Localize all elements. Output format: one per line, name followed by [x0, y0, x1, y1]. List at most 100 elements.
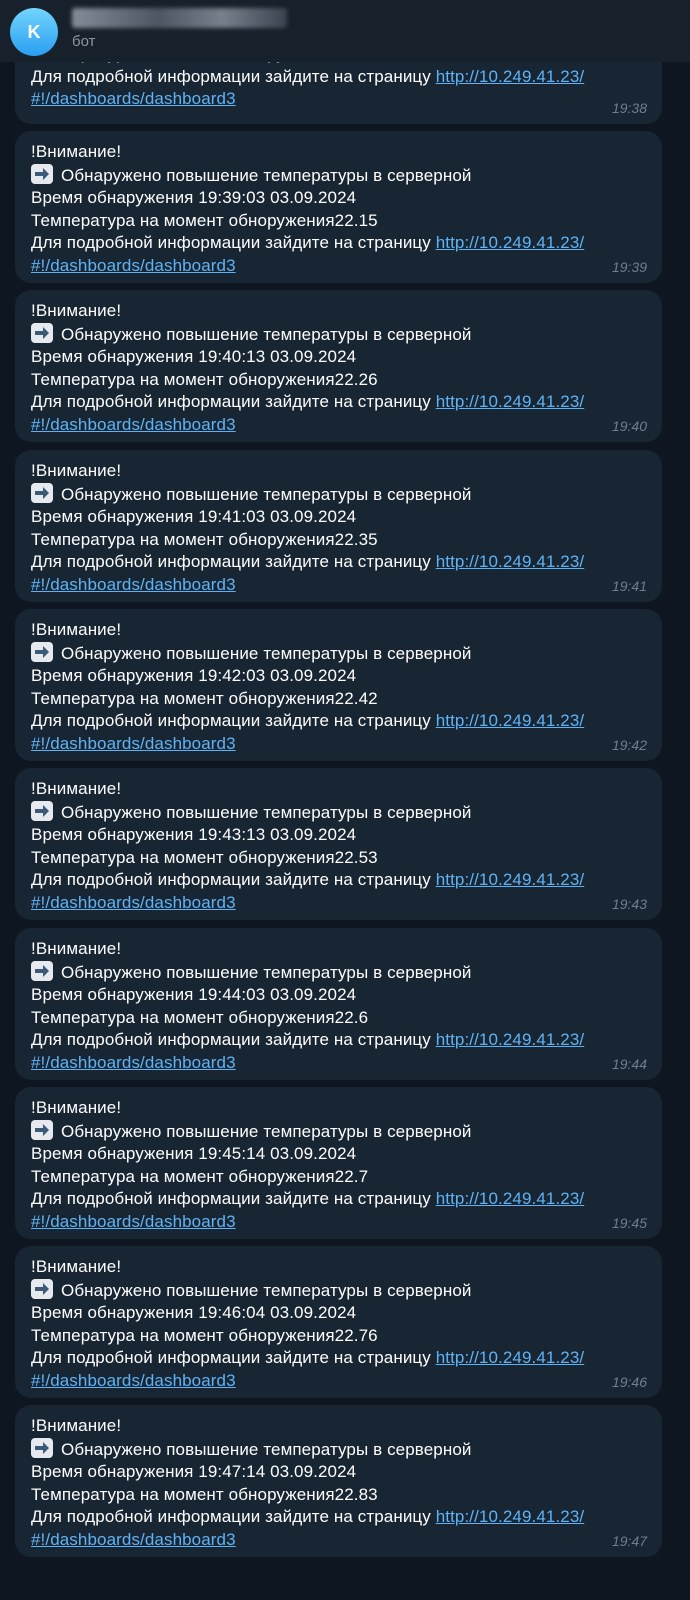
message-line-link: #!/dashboards/dashboard3 [31, 733, 646, 756]
dashboard-link[interactable]: http://10.249.41.23/ [436, 711, 585, 730]
message-time: 19:47 [611, 1533, 647, 1549]
message-bubble[interactable]: !Внимание! Обнаружено повышение температ… [15, 450, 662, 602]
message-time: 19:39 [611, 259, 647, 275]
message-line-temp: Температура на момент обноружения22.7 [31, 1166, 369, 1186]
info-text: Для подробной информации зайдите на стра… [31, 392, 436, 412]
dashboard-link[interactable]: http://10.249.41.23/ [436, 870, 585, 889]
dashboard-link[interactable]: http://10.249.41.23/ [436, 552, 585, 571]
message-bubble[interactable]: !Внимание! Обнаружено повышение температ… [15, 1246, 662, 1398]
dashboard-link-continued[interactable]: #!/dashboards/dashboard3 [31, 89, 236, 108]
message-line-info: Для подробной информации зайдите на стра… [31, 710, 646, 733]
dashboard-link-continued[interactable]: #!/dashboards/dashboard3 [31, 1212, 236, 1231]
message-title: !Внимание! [31, 620, 122, 639]
event-text: Обнаружено повышение температуры в серве… [61, 1439, 472, 1459]
message-line-event: Обнаружено повышение температуры в серве… [31, 163, 646, 188]
arrow-right-icon [31, 163, 53, 184]
dashboard-link-continued[interactable]: #!/dashboards/dashboard3 [31, 893, 236, 912]
dashboard-link-continued[interactable]: #!/dashboards/dashboard3 [31, 734, 236, 753]
dashboard-link[interactable]: http://10.249.41.23/ [436, 1507, 585, 1526]
message-line-temp: Температура на момент обноружения22.83 [31, 1484, 378, 1504]
message-line-detect: Время обнаружения 19:39:03 03.09.2024 [31, 188, 357, 208]
info-text: Для подробной информации зайдите на стра… [31, 711, 436, 731]
message-line-temp: Температура на момент обноружения22.26 [31, 369, 378, 389]
chat-avatar[interactable]: K [10, 8, 58, 56]
event-text: Обнаружено повышение температуры в серве… [61, 802, 472, 822]
chat-status: бот [72, 33, 96, 50]
dashboard-link-continued[interactable]: #!/dashboards/dashboard3 [31, 1530, 236, 1549]
message-bubble[interactable]: !Внимание! Обнаружено повышение температ… [15, 609, 662, 761]
message-line-detect: Время обнаружения 19:45:14 03.09.2024 [31, 1144, 357, 1164]
message-line-link: #!/dashboards/dashboard3 [31, 255, 646, 278]
message-line-link: #!/dashboards/dashboard3 [31, 574, 646, 597]
message-title: !Внимание! [31, 939, 122, 958]
info-text: Для подробной информации зайдите на стра… [31, 1189, 436, 1209]
event-text: Обнаружено повышение температуры в серве… [61, 643, 472, 663]
dashboard-link[interactable]: http://10.249.41.23/ [436, 392, 585, 411]
dashboard-link[interactable]: http://10.249.41.23/ [436, 233, 585, 252]
message-line-detect: Время обнаружения 19:41:03 03.09.2024 [31, 507, 357, 527]
message-bubble[interactable]: !Внимание! Обнаружено повышение температ… [15, 768, 662, 920]
message-title: !Внимание! [31, 461, 122, 480]
message-line-temp: Температура на момент обноружения22.42 [31, 688, 378, 708]
dashboard-link[interactable]: http://10.249.41.23/ [436, 1189, 585, 1208]
message-line-link: #!/dashboards/dashboard3 [31, 892, 646, 915]
message-title: !Внимание! [31, 779, 122, 798]
event-text: Обнаружено повышение температуры в серве… [61, 324, 472, 344]
message-line-link: #!/dashboards/dashboard3 [31, 1211, 646, 1234]
message-bubble[interactable]: !Внимание! Обнаружено повышение температ… [15, 131, 662, 283]
info-text: Для подробной информации зайдите на стра… [31, 870, 436, 890]
arrow-right-icon [31, 960, 53, 981]
message-line-temp: Температура на момент обноружения22.76 [31, 1325, 378, 1345]
dashboard-link-continued[interactable]: #!/dashboards/dashboard3 [31, 1053, 236, 1072]
message-line-detect: Время обнаружения 19:44:03 03.09.2024 [31, 985, 357, 1005]
message-line-event: Обнаружено повышение температуры в серве… [31, 322, 646, 347]
event-text: Обнаружено повышение температуры в серве… [61, 1121, 472, 1141]
message-bubble[interactable]: !Внимание! Обнаружено повышение температ… [15, 290, 662, 442]
message-line-event: Обнаружено повышение температуры в серве… [31, 1437, 646, 1462]
message-line-info: Для подробной информации зайдите на стра… [31, 391, 646, 414]
arrow-right-icon [31, 322, 53, 343]
message-line-event: Обнаружено повышение температуры в серве… [31, 1119, 646, 1144]
message-line-info: Для подробной информации зайдите на стра… [31, 1029, 646, 1052]
event-text: Обнаружено повышение температуры в серве… [61, 962, 472, 982]
arrow-right-icon [31, 641, 53, 662]
dashboard-link[interactable]: http://10.249.41.23/ [436, 67, 585, 86]
arrow-right-icon [31, 800, 53, 821]
message-line-event: Обнаружено повышение температуры в серве… [31, 482, 646, 507]
message-line-info: Для подробной информации зайдите на стра… [31, 869, 646, 892]
message-title: !Внимание! [31, 1416, 122, 1435]
info-text: Для подробной информации зайдите на стра… [31, 1030, 436, 1050]
message-time: 19:46 [611, 1374, 647, 1390]
dashboard-link-continued[interactable]: #!/dashboards/dashboard3 [31, 415, 236, 434]
arrow-right-icon [31, 1278, 53, 1299]
arrow-right-icon [31, 1437, 53, 1458]
chat-window: Температура на момент обноружения22.04 Д… [0, 0, 690, 1600]
event-text: Обнаружено повышение температуры в серве… [61, 165, 472, 185]
dashboard-link[interactable]: http://10.249.41.23/ [436, 1348, 585, 1367]
dashboard-link-continued[interactable]: #!/dashboards/dashboard3 [31, 1371, 236, 1390]
arrow-right-icon [31, 482, 53, 503]
dashboard-link-continued[interactable]: #!/dashboards/dashboard3 [31, 575, 236, 594]
chat-name-redacted[interactable] [72, 8, 287, 28]
message-line-info: Для подробной информации зайдите на стра… [31, 551, 646, 574]
message-line-link: #!/dashboards/dashboard3 [31, 1529, 646, 1552]
message-line-info: Для подробной информации зайдите на стра… [31, 66, 646, 89]
message-time: 19:40 [611, 418, 647, 434]
message-line-info: Для подробной информации зайдите на стра… [31, 1347, 646, 1370]
message-line-event: Обнаружено повышение температуры в серве… [31, 641, 646, 666]
message-line-event: Обнаружено повышение температуры в серве… [31, 1278, 646, 1303]
message-line-info: Для подробной информации зайдите на стра… [31, 1506, 646, 1529]
message-bubble[interactable]: !Внимание! Обнаружено повышение температ… [15, 928, 662, 1080]
message-line-temp: Температура на момент обноружения22.35 [31, 529, 378, 549]
message-line-info: Для подробной информации зайдите на стра… [31, 1188, 646, 1211]
message-bubble[interactable]: !Внимание! Обнаружено повышение температ… [15, 1405, 662, 1557]
message-time: 19:45 [611, 1215, 647, 1231]
message-line-event: Обнаружено повышение температуры в серве… [31, 800, 646, 825]
dashboard-link-continued[interactable]: #!/dashboards/dashboard3 [31, 256, 236, 275]
message-bubble[interactable]: !Внимание! Обнаружено повышение температ… [15, 1087, 662, 1239]
message-line-temp: Температура на момент обноружения22.6 [31, 1007, 369, 1027]
arrow-right-icon [31, 1119, 53, 1140]
message-time: 19:41 [611, 578, 647, 594]
message-line-detect: Время обнаружения 19:47:14 03.09.2024 [31, 1462, 357, 1482]
dashboard-link[interactable]: http://10.249.41.23/ [436, 1030, 585, 1049]
